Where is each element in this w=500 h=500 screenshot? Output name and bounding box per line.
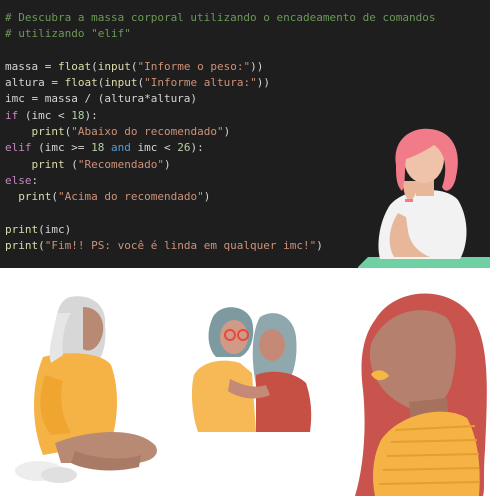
code-token-keyword: elif — [5, 141, 32, 155]
code-token-op: and — [110, 141, 131, 155]
code-token-plain: ( — [64, 157, 78, 171]
code-line[interactable]: # Descubra a massa corporal utilizando o… — [5, 10, 435, 26]
woman-white-hair-sitting-illustration — [15, 295, 170, 490]
code-line[interactable]: # utilizando "elif" — [5, 26, 435, 42]
code-token-plain: ( — [51, 190, 58, 204]
code-token-number: 18 — [71, 108, 85, 122]
code-token-plain: )) — [250, 59, 264, 73]
code-line[interactable]: imc = massa / (altura*altura) — [5, 91, 435, 107]
code-token-plain: ) — [223, 125, 231, 139]
code-token-func: print — [31, 125, 65, 139]
code-token-plain: ) — [163, 157, 171, 171]
two-women-hugging-illustration — [190, 305, 312, 432]
code-token-plain: : — [31, 173, 39, 187]
code-token-plain: altura = — [5, 76, 65, 90]
code-editor[interactable]: # Descubra a massa corporal utilizando o… — [0, 0, 490, 268]
code-line[interactable]: massa = float(input("Informe o peso:")) — [5, 59, 435, 75]
code-token-plain: ): — [84, 108, 98, 122]
code-token-func: print — [5, 222, 39, 236]
code-token-plain: ) — [203, 190, 211, 204]
code-line[interactable]: if (imc < 18): — [5, 108, 435, 124]
code-token-string: "Abaixo do recomendado" — [71, 125, 224, 139]
code-token-number: 26 — [177, 141, 191, 155]
code-token-plain: )) — [256, 76, 270, 90]
code-line[interactable]: altura = float(input("Informe altura:")) — [5, 75, 435, 91]
code-token-string: "Fim!! PS: você é linda em qualquer imc!… — [44, 239, 317, 253]
code-token-func: print — [18, 190, 52, 204]
code-token-func: float — [64, 76, 98, 90]
code-token-plain: imc = massa / (altura*altura) — [5, 92, 198, 106]
code-token-func: print — [31, 157, 65, 171]
code-token-string: "Acima do recomendado" — [58, 190, 204, 204]
code-token-plain: (imc) — [38, 222, 72, 236]
code-token-string: "Recomendado" — [77, 157, 164, 171]
code-token-plain: ( — [38, 239, 45, 253]
code-token-func: print — [5, 239, 39, 253]
code-token-func: input — [104, 76, 138, 90]
code-line[interactable] — [5, 43, 435, 59]
code-token-plain: (imc < — [18, 108, 72, 122]
code-token-comment: # utilizando "elif" — [5, 27, 131, 41]
code-token-plain: ) — [316, 239, 323, 253]
code-token-func: input — [97, 59, 131, 73]
code-token-string: "Informe o peso:" — [137, 59, 251, 73]
code-token-plain: massa = — [5, 59, 58, 73]
code-token-string: "Informe altura:" — [144, 76, 257, 90]
code-token-plain: imc < — [130, 141, 178, 155]
code-token-keyword: if — [5, 108, 19, 122]
code-token-plain: (imc >= — [31, 141, 92, 155]
code-token-func: float — [57, 59, 92, 73]
code-token-keyword: else — [5, 173, 32, 187]
code-token-plain: ): — [190, 141, 204, 155]
code-token-plain: ( — [91, 59, 98, 73]
woman-pink-hair-illustration — [350, 125, 490, 268]
code-token-number: 18 — [91, 141, 105, 155]
woman-red-hair-portrait-illustration — [355, 290, 495, 496]
code-token-comment: # Descubra a massa corporal utilizando o… — [5, 11, 436, 24]
